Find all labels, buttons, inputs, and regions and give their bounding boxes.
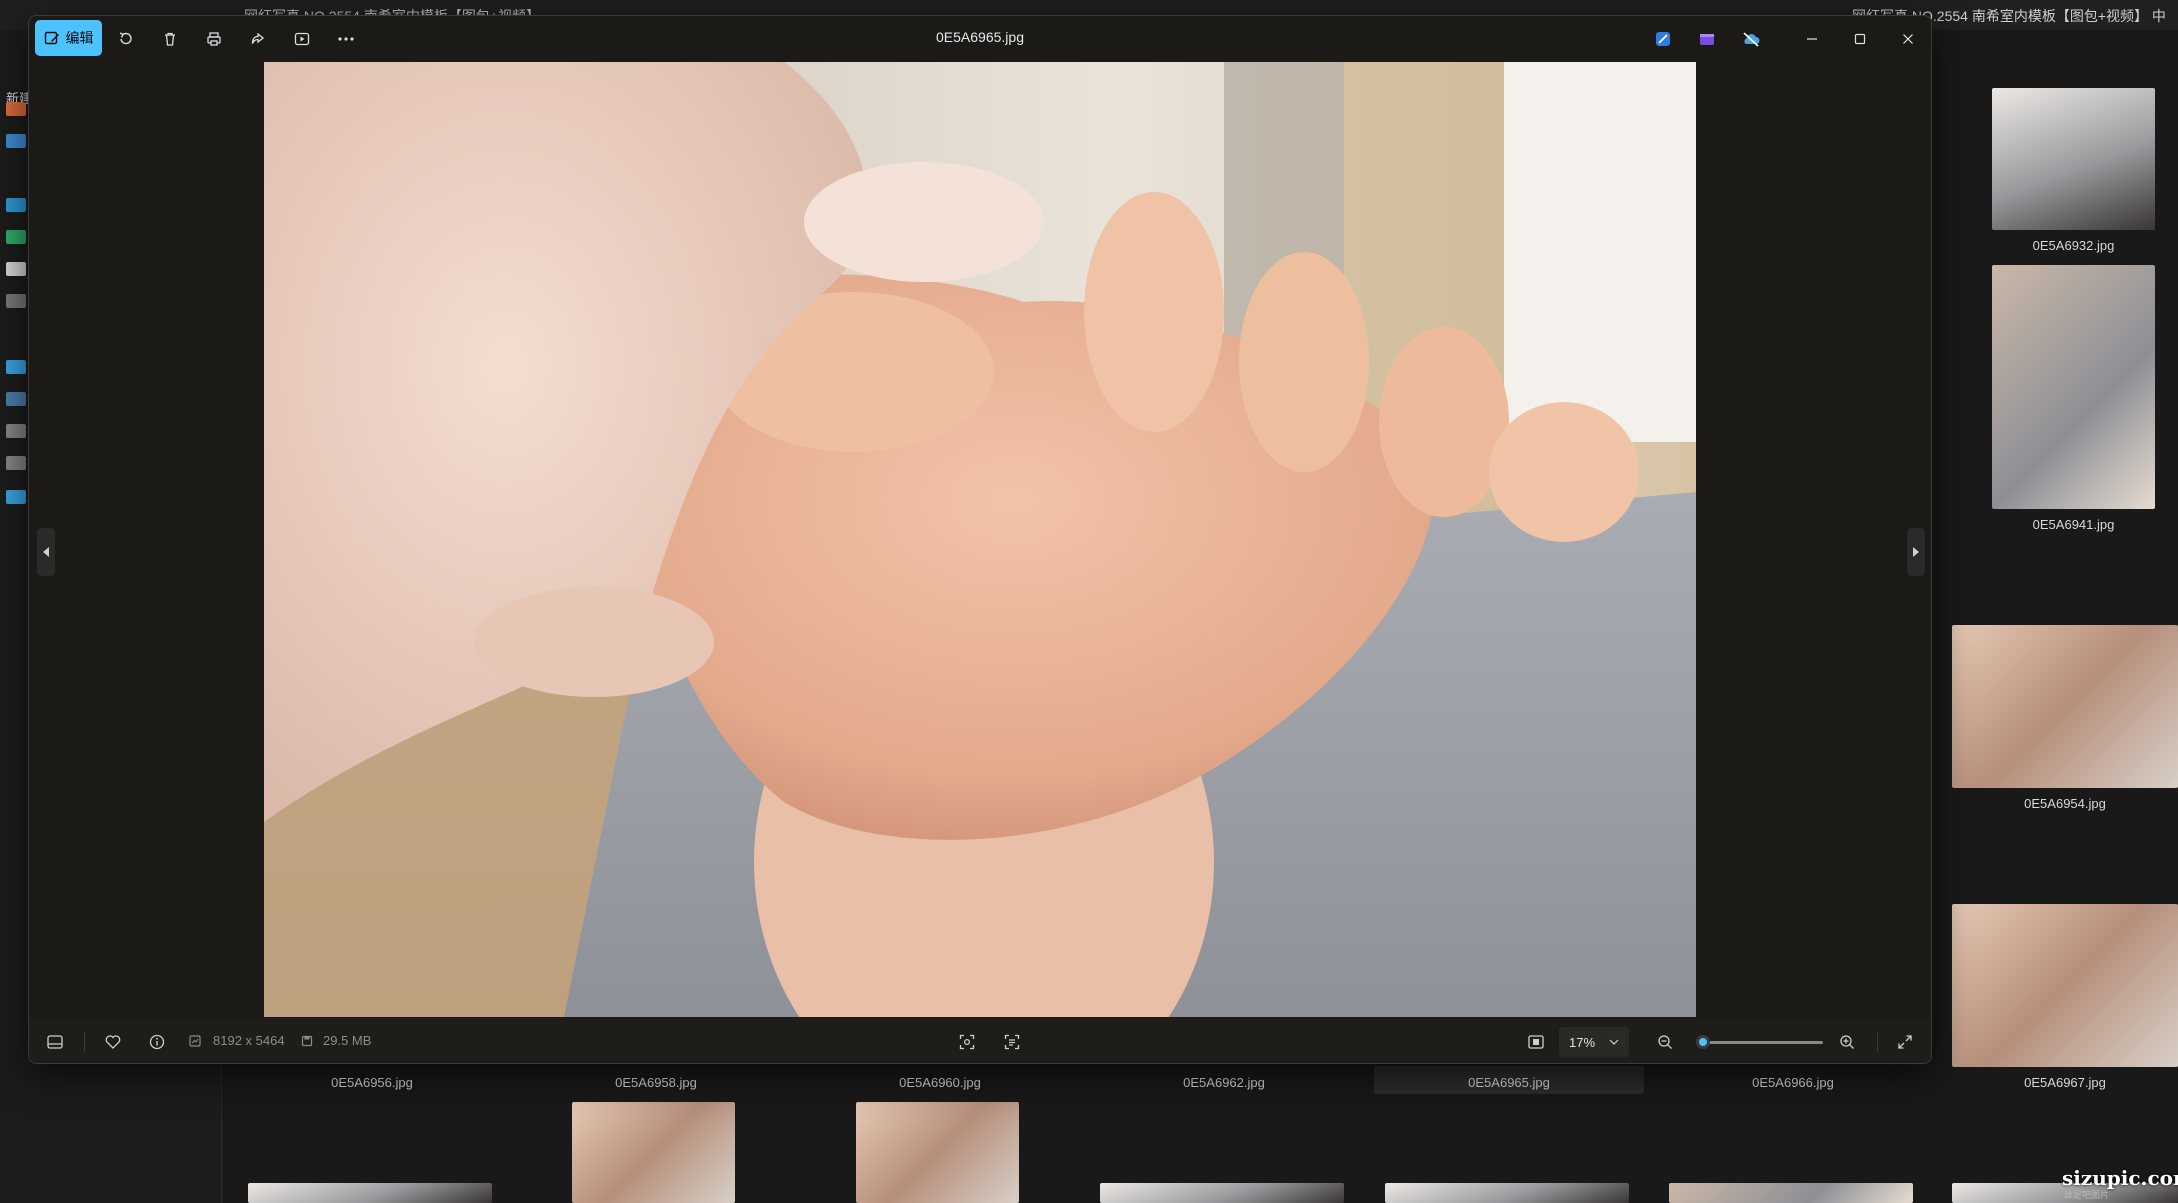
recycle-bin-icon[interactable] bbox=[6, 294, 26, 308]
thumbnail-label[interactable]: 0E5A6956.jpg bbox=[252, 1075, 492, 1090]
info-icon[interactable] bbox=[145, 1030, 169, 1054]
previous-image-button[interactable] bbox=[37, 528, 55, 576]
edit-button[interactable]: 编辑 bbox=[35, 20, 102, 56]
thumbnail-label[interactable]: 0E5A6958.jpg bbox=[536, 1075, 776, 1090]
thumbnail-image[interactable] bbox=[1992, 265, 2155, 509]
print-icon[interactable] bbox=[201, 26, 227, 52]
zoom-level-value: 17% bbox=[1569, 1034, 1596, 1050]
desktop-folder-icon[interactable] bbox=[6, 198, 26, 212]
image-dimensions: 8192 x 5464 bbox=[213, 1033, 285, 1048]
zoom-level-dropdown[interactable]: 17% bbox=[1559, 1027, 1629, 1057]
watermark-subtext: 丝足吧图片 bbox=[2064, 1190, 2110, 1200]
filmstrip-toggle-icon[interactable] bbox=[43, 1030, 67, 1054]
designer-app-icon[interactable] bbox=[1650, 26, 1676, 52]
delete-icon[interactable] bbox=[157, 26, 183, 52]
thumbnail-label[interactable]: 0E5A6932.jpg bbox=[1992, 238, 2155, 253]
thumbnail-label[interactable]: 0E5A6941.jpg bbox=[1992, 517, 2155, 532]
close-icon[interactable] bbox=[1894, 26, 1922, 52]
visual-search-icon[interactable] bbox=[955, 1030, 979, 1054]
thumbnail-image[interactable] bbox=[1952, 904, 2178, 1067]
thumbnail-image[interactable] bbox=[1992, 88, 2155, 230]
chevron-down-icon bbox=[1609, 1039, 1619, 1045]
network-icon[interactable] bbox=[6, 490, 26, 504]
home-icon[interactable] bbox=[6, 102, 26, 116]
thumbnail-image[interactable] bbox=[856, 1102, 1019, 1203]
slideshow-icon[interactable] bbox=[289, 26, 315, 52]
drive-d-icon[interactable] bbox=[6, 424, 26, 438]
next-image-button[interactable] bbox=[1907, 528, 1925, 576]
photo-content bbox=[264, 62, 1696, 1017]
thumbnail-image[interactable] bbox=[1669, 1183, 1913, 1203]
thumbnail-label[interactable]: 0E5A6962.jpg bbox=[1104, 1075, 1344, 1090]
thumbnail-label[interactable]: 0E5A6967.jpg bbox=[1952, 1075, 2178, 1090]
thumbnail-label[interactable]: 0E5A6954.jpg bbox=[1952, 796, 2178, 811]
image-canvas[interactable] bbox=[29, 62, 1931, 1018]
more-icon[interactable] bbox=[333, 26, 359, 52]
file-size-icon bbox=[299, 1031, 315, 1051]
viewer-toolbar: 编辑 0E5A6965.jpg bbox=[29, 16, 1931, 62]
thumbnail-label[interactable]: 0E5A6965.jpg bbox=[1389, 1075, 1629, 1090]
displayed-photo[interactable] bbox=[264, 62, 1696, 1017]
file-size: 29.5 MB bbox=[323, 1033, 372, 1048]
share-icon[interactable] bbox=[245, 26, 271, 52]
minimize-icon[interactable] bbox=[1798, 26, 1826, 52]
drive-c-icon[interactable] bbox=[6, 392, 26, 406]
thumbnail-image[interactable] bbox=[248, 1183, 492, 1203]
thumbnail-image[interactable] bbox=[1952, 625, 2178, 788]
zoom-slider-thumb[interactable] bbox=[1696, 1035, 1711, 1049]
thumbnail-image[interactable] bbox=[572, 1102, 735, 1203]
gallery-icon[interactable] bbox=[6, 134, 26, 148]
zoom-out-icon[interactable] bbox=[1653, 1030, 1677, 1054]
thumbnail-image[interactable] bbox=[1385, 1183, 1629, 1203]
this-pc-icon[interactable] bbox=[6, 360, 26, 374]
separator bbox=[84, 1032, 85, 1052]
onedrive-sync-off-icon[interactable] bbox=[1738, 26, 1764, 52]
favorite-heart-icon[interactable] bbox=[101, 1030, 125, 1054]
dimensions-icon bbox=[187, 1031, 203, 1051]
edit-image-icon bbox=[44, 31, 59, 45]
fullscreen-icon[interactable] bbox=[1893, 1030, 1917, 1054]
clipchamp-icon[interactable] bbox=[1694, 26, 1720, 52]
rotate-icon[interactable] bbox=[113, 26, 139, 52]
thumbnail-image[interactable] bbox=[1100, 1183, 1344, 1203]
thumbnail-label[interactable]: 0E5A6960.jpg bbox=[820, 1075, 1060, 1090]
zoom-slider[interactable] bbox=[1696, 1035, 1823, 1049]
separator bbox=[1877, 1032, 1878, 1052]
fit-to-window-icon[interactable] bbox=[1524, 1030, 1548, 1054]
viewer-statusbar: 8192 x 5464 29.5 MB 17% bbox=[29, 1018, 1931, 1063]
thumbnail-label[interactable]: 0E5A6966.jpg bbox=[1673, 1075, 1913, 1090]
drive-e-icon[interactable] bbox=[6, 456, 26, 470]
zoom-in-icon[interactable] bbox=[1835, 1030, 1859, 1054]
edit-button-label: 编辑 bbox=[65, 30, 94, 46]
documents-folder-icon[interactable] bbox=[6, 262, 26, 276]
maximize-icon[interactable] bbox=[1846, 26, 1874, 52]
watermark-text: sizupic.com bbox=[2062, 1166, 2178, 1190]
photo-viewer-window: 编辑 0E5A6965.jpg 8192 x 5464 29.5 MB 17% bbox=[28, 15, 1932, 1064]
text-extract-icon[interactable] bbox=[1000, 1030, 1024, 1054]
downloads-folder-icon[interactable] bbox=[6, 230, 26, 244]
